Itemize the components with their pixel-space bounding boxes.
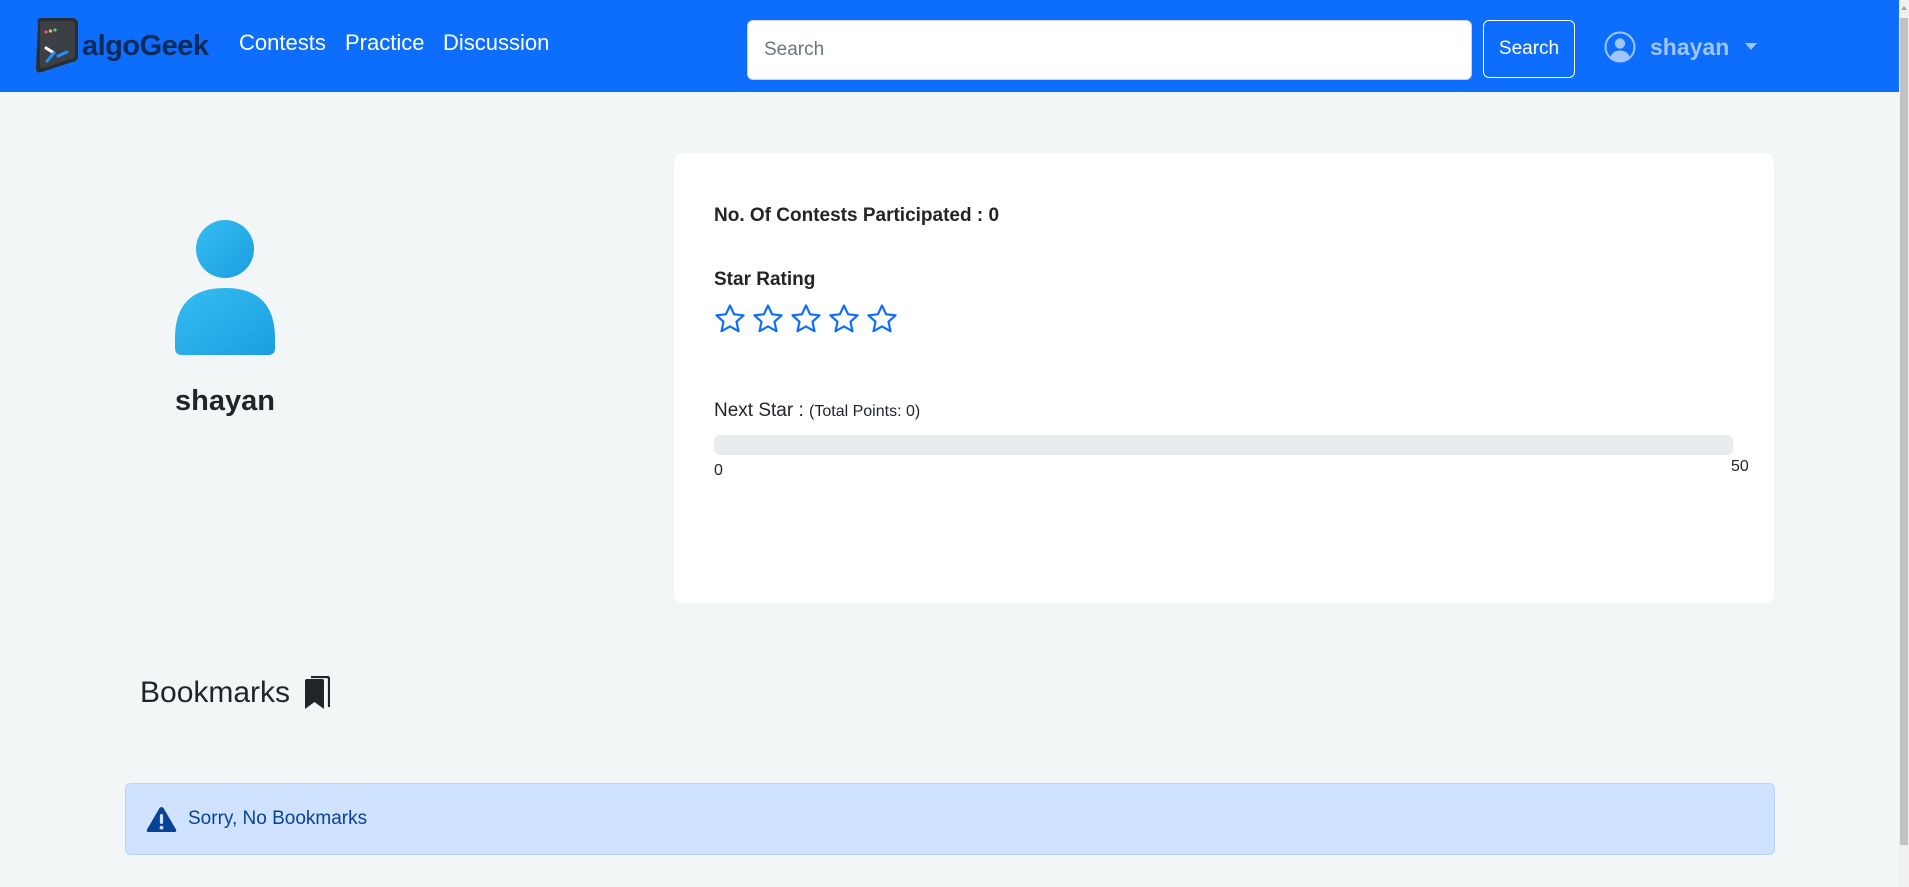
star-rating (714, 303, 898, 335)
scrollbar-thumb[interactable] (1900, 18, 1908, 845)
next-star: Next Star : (Total Points: 0) (714, 400, 920, 422)
vertical-scrollbar[interactable] (1899, 0, 1909, 887)
warning-triangle-icon (146, 806, 177, 832)
stats-card: No. Of Contests Participated : 0 Star Ra… (674, 153, 1774, 603)
next-star-label: Next Star : (714, 400, 810, 421)
user-name: shayan (1650, 33, 1730, 60)
star-outline-icon[interactable] (752, 303, 784, 335)
nav-discussion[interactable]: Discussion (443, 30, 549, 56)
scroll-up-arrow-icon[interactable] (1901, 6, 1907, 10)
navbar: algoGeek Contests Practice Discussion Se… (0, 0, 1899, 92)
star-outline-icon[interactable] (866, 303, 898, 335)
total-points: (Total Points: 0) (809, 403, 921, 420)
next-star-progress-bar (714, 435, 1733, 455)
user-circle-icon (1604, 31, 1636, 63)
contests-participated-label: No. Of Contests Participated : (714, 205, 989, 226)
star-outline-icon[interactable] (790, 303, 822, 335)
search-input[interactable] (747, 20, 1472, 80)
user-menu-dropdown[interactable]: shayan (1604, 28, 1758, 66)
bookmarks-title: Bookmarks (140, 676, 291, 709)
progress-max-label: 50 (1731, 458, 1749, 475)
caret-down-icon (1745, 42, 1758, 50)
star-outline-icon[interactable] (714, 303, 746, 335)
no-bookmarks-message: Sorry, No Bookmarks (188, 808, 368, 829)
bookmarks-heading: Bookmarks (140, 676, 331, 710)
contests-participated: No. Of Contests Participated : 0 (714, 205, 999, 227)
progress-min-label: 0 (714, 462, 723, 479)
bookmarks-icon (305, 676, 331, 709)
nav-practice[interactable]: Practice (345, 30, 424, 56)
nav-contests[interactable]: Contests (239, 30, 326, 56)
star-outline-icon[interactable] (828, 303, 860, 335)
avatar-person-icon (175, 220, 275, 355)
profile-username: shayan (175, 385, 275, 417)
search-button[interactable]: Search (1483, 20, 1575, 78)
no-bookmarks-alert: Sorry, No Bookmarks (125, 783, 1775, 855)
brand-name[interactable]: algoGeek (82, 30, 209, 63)
star-rating-label: Star Rating (714, 269, 816, 290)
logo-icon[interactable] (32, 16, 78, 76)
contests-participated-value: 0 (988, 205, 1000, 226)
